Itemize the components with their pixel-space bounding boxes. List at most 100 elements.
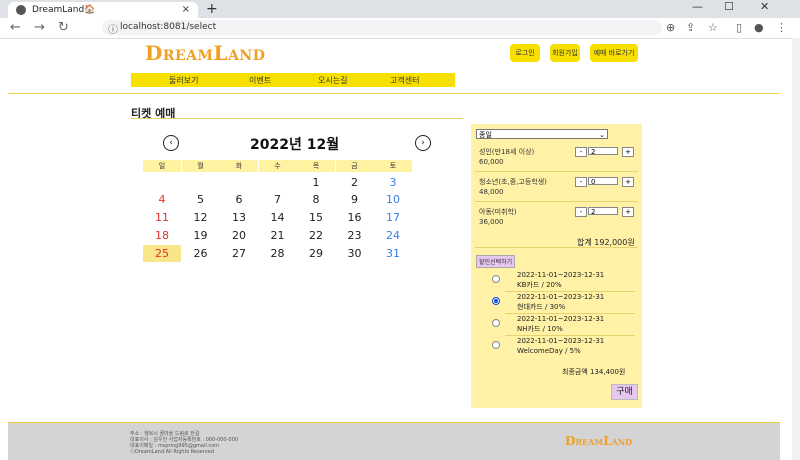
new-tab-button[interactable]: + bbox=[206, 1, 218, 17]
calendar-day[interactable]: 2 bbox=[336, 174, 374, 191]
calendar-day[interactable]: 31 bbox=[374, 245, 412, 262]
discount-option: 2022-11-01~2023-12-31 현대카드 / 30% bbox=[517, 292, 604, 312]
discount-name: KB카드 / 20% bbox=[517, 281, 562, 289]
site-info-icon[interactable]: ⓘ bbox=[108, 21, 118, 36]
calendar-day[interactable]: 24 bbox=[374, 227, 412, 244]
nav-events[interactable]: 이벤트 bbox=[249, 75, 271, 86]
ticket-label: 성인(만18세 이상) bbox=[479, 148, 535, 156]
tab-title: DreamLand🏠 bbox=[32, 5, 96, 15]
discount-period: 2022-11-01~2023-12-31 bbox=[517, 271, 605, 279]
calendar-day[interactable]: 4 bbox=[143, 191, 181, 208]
calendar-day[interactable]: 25 bbox=[143, 245, 181, 262]
calendar-day[interactable]: 10 bbox=[374, 191, 412, 208]
weekday-header: 일 bbox=[143, 160, 181, 172]
calendar-day[interactable]: 5 bbox=[182, 191, 220, 208]
increase-button[interactable]: + bbox=[622, 177, 634, 187]
title-underline bbox=[131, 118, 463, 119]
calendar-day[interactable]: 28 bbox=[259, 245, 297, 262]
discount-name: NH카드 / 10% bbox=[517, 325, 563, 333]
header-divider bbox=[8, 93, 780, 94]
quantity-field[interactable]: 2 bbox=[588, 207, 618, 216]
calendar-day[interactable]: 27 bbox=[220, 245, 258, 262]
calendar-day[interactable]: 20 bbox=[220, 227, 258, 244]
window-close-icon[interactable]: ✕ bbox=[760, 0, 769, 13]
profile-icon[interactable]: ● bbox=[754, 21, 764, 34]
calendar-day[interactable]: 23 bbox=[336, 227, 374, 244]
calendar-day[interactable]: 12 bbox=[182, 209, 220, 226]
url-text: localhost:8081/select bbox=[120, 22, 217, 32]
login-button[interactable]: 로그인 bbox=[510, 44, 540, 62]
calendar-day[interactable]: 18 bbox=[143, 227, 181, 244]
calendar-day[interactable]: 26 bbox=[182, 245, 220, 262]
calendar-day[interactable]: 8 bbox=[297, 191, 335, 208]
browser-toolbar: ← → ↻ ⓘ localhost:8081/select ⊕ ⇪ ☆ ▯ ● … bbox=[0, 18, 800, 39]
discount-option: 2022-11-01~2023-12-31 WelcomeDay / 5% bbox=[517, 336, 604, 356]
calendar-day[interactable]: 13 bbox=[220, 209, 258, 226]
nav-browse[interactable]: 둘러보기 bbox=[169, 75, 198, 86]
reload-icon[interactable]: ↻ bbox=[58, 20, 69, 35]
quick-book-button[interactable]: 예매 바로가기 bbox=[590, 44, 638, 62]
calendar-day[interactable]: 30 bbox=[336, 245, 374, 262]
calendar-day[interactable]: 7 bbox=[259, 191, 297, 208]
increase-button[interactable]: + bbox=[622, 207, 634, 217]
address-bar[interactable]: ⓘ localhost:8081/select bbox=[102, 20, 662, 36]
nav-directions[interactable]: 오시는길 bbox=[318, 75, 347, 86]
ticket-type-select[interactable]: 종일 ⌄ bbox=[476, 129, 608, 139]
prev-month-button[interactable]: ‹ bbox=[163, 135, 179, 151]
calendar-day[interactable]: 6 bbox=[220, 191, 258, 208]
weekday-header: 수 bbox=[258, 160, 297, 172]
calendar-day[interactable]: 1 bbox=[297, 174, 335, 191]
site-favicon-icon bbox=[16, 5, 26, 15]
nav-support[interactable]: 고객센터 bbox=[390, 75, 419, 86]
signup-button[interactable]: 회원가입 bbox=[550, 44, 580, 62]
quantity-stepper: -0 + bbox=[575, 177, 634, 187]
ticket-label: 청소년(초,중,고등학생) bbox=[479, 178, 547, 186]
browser-menu-icon[interactable]: ⋮ bbox=[776, 21, 787, 34]
quantity-field[interactable]: 0 bbox=[588, 177, 618, 186]
calendar-day[interactable]: 9 bbox=[336, 191, 374, 208]
weekday-header: 월 bbox=[181, 160, 220, 172]
buy-button[interactable]: 구매 bbox=[611, 384, 638, 400]
increase-button[interactable]: + bbox=[622, 147, 634, 157]
calendar-day[interactable]: 16 bbox=[336, 209, 374, 226]
discount-radio[interactable] bbox=[492, 341, 500, 349]
calendar-day[interactable]: 29 bbox=[297, 245, 335, 262]
discount-name: WelcomeDay / 5% bbox=[517, 347, 581, 355]
zoom-icon[interactable]: ⊕ bbox=[666, 21, 675, 34]
page-scrollbar[interactable] bbox=[792, 38, 800, 460]
next-month-button[interactable]: › bbox=[415, 135, 431, 151]
footer bbox=[8, 423, 780, 460]
sidebar-icon[interactable]: ▯ bbox=[736, 21, 742, 34]
calendar-day[interactable]: 14 bbox=[259, 209, 297, 226]
ticket-divider bbox=[475, 201, 638, 202]
discount-radio[interactable] bbox=[492, 319, 500, 327]
calendar-day[interactable]: 19 bbox=[182, 227, 220, 244]
site-logo[interactable]: DreamLand bbox=[145, 41, 265, 65]
discount-radio[interactable] bbox=[492, 297, 500, 305]
share-icon[interactable]: ⇪ bbox=[686, 21, 695, 34]
ticket-price: 36,000 bbox=[479, 218, 504, 226]
quantity-field[interactable]: 2 bbox=[588, 147, 618, 156]
decrease-button[interactable]: - bbox=[575, 147, 587, 157]
calendar-day[interactable]: 17 bbox=[374, 209, 412, 226]
discount-period: 2022-11-01~2023-12-31 bbox=[517, 337, 605, 345]
back-icon[interactable]: ← bbox=[10, 20, 21, 35]
minimize-icon[interactable]: — bbox=[692, 0, 703, 13]
bookmark-star-icon[interactable]: ☆ bbox=[708, 21, 718, 34]
ticket-type-value: 종일 bbox=[479, 131, 492, 139]
calendar-day[interactable]: 22 bbox=[297, 227, 335, 244]
decrease-button[interactable]: - bbox=[575, 177, 587, 187]
calendar-day[interactable]: 21 bbox=[259, 227, 297, 244]
forward-icon[interactable]: → bbox=[34, 20, 45, 35]
maximize-icon[interactable]: ☐ bbox=[724, 0, 734, 13]
select-discount-button[interactable]: 할인선택하기 bbox=[476, 255, 516, 268]
calendar-day[interactable]: 3 bbox=[374, 174, 412, 191]
calendar-day[interactable]: 11 bbox=[143, 209, 181, 226]
tab-close-icon[interactable]: × bbox=[182, 4, 190, 15]
calendar-day[interactable]: 15 bbox=[297, 209, 335, 226]
footer-copyright: ⓒDreamLand.All Rights Reserved bbox=[130, 449, 215, 455]
discount-radio[interactable] bbox=[492, 275, 500, 283]
subtotal-text: 합계 192,000원 bbox=[577, 238, 635, 247]
browser-tab[interactable]: DreamLand🏠 × bbox=[8, 2, 198, 18]
decrease-button[interactable]: - bbox=[575, 207, 587, 217]
